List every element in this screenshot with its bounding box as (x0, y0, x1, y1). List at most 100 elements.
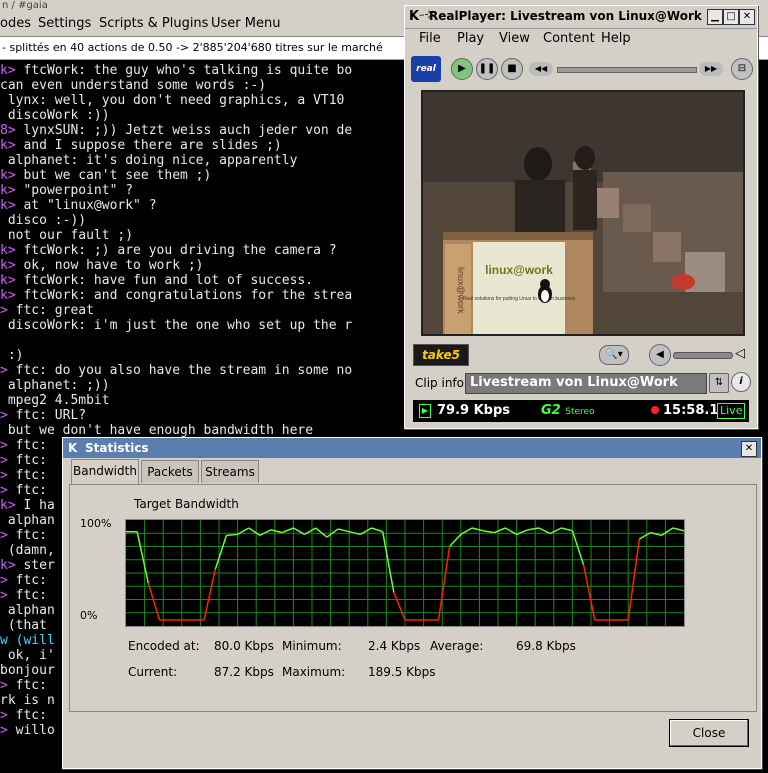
statistics-titlebar[interactable]: K Statistics ✕ (63, 438, 761, 458)
chat-line: k> ftcWork: and congratulations for the … (0, 288, 352, 303)
video-side-text: linux@work (456, 267, 466, 314)
rewind-icon[interactable]: ◀◀ (529, 62, 553, 76)
bandwidth-line-segment (538, 527, 551, 535)
chat-line-prefix: k> (0, 168, 16, 183)
chat-line-text: :) (0, 348, 24, 363)
tab-bandwidth[interactable]: Bandwidth (71, 459, 139, 484)
chat-line: alphanet: ;)) (0, 378, 110, 393)
close-button[interactable]: Close (669, 719, 749, 747)
stop-icon[interactable]: ■ (501, 58, 523, 80)
close-icon[interactable]: ✕ (739, 9, 755, 25)
volume-slider[interactable] (673, 352, 733, 359)
minimize-icon[interactable]: ▁ (707, 9, 723, 25)
menu-play[interactable]: Play (457, 31, 484, 46)
zoom-icon[interactable]: 🔍▾ (599, 345, 629, 365)
chat-line-prefix: 8> (0, 123, 16, 138)
chat-line-prefix: k> (0, 63, 16, 78)
chat-line-prefix: > (0, 303, 8, 318)
menu-view[interactable]: View (499, 31, 530, 46)
realplayer-title: RealPlayer: Livestream von Linux@Work (429, 9, 702, 23)
bandwidth-line-segment (393, 592, 406, 621)
chat-line: alphanet: it's doing nice, apparently (0, 153, 298, 168)
bandwidth-chart-svg (126, 520, 685, 626)
current-label: Current: (128, 665, 178, 679)
live-badge: Live (717, 403, 746, 419)
bandwidth-line-segment (482, 530, 495, 534)
mute-icon[interactable]: ◀ (649, 344, 671, 366)
bandwidth-line-segment (527, 527, 540, 531)
chat-line-text: (that (0, 618, 47, 633)
realplayer-titlebar[interactable]: K –⊹ RealPlayer: Livestream von Linux@Wo… (405, 6, 757, 29)
minimum-label: Minimum: (282, 639, 342, 653)
statistics-dialog: K Statistics ✕ Bandwidth Packets Streams… (62, 437, 762, 769)
chat-line: k> at "linux@work" ? (0, 198, 157, 213)
real-logo[interactable]: real (411, 56, 441, 82)
menu-help[interactable]: Help (601, 31, 631, 46)
bandwidth-line-segment (259, 529, 272, 537)
menu-modes[interactable]: odes (0, 16, 31, 31)
menu-file[interactable]: File (419, 31, 441, 46)
chat-line-text: ftc: (7, 678, 47, 693)
tab-packets[interactable]: Packets (141, 460, 199, 483)
bandwidth-line-segment (627, 538, 641, 621)
scroll-clip-icon[interactable]: ⇅ (709, 373, 729, 393)
play-icon[interactable]: ▶ (451, 58, 473, 80)
info-icon[interactable]: i (731, 372, 751, 392)
forward-icon[interactable]: ▶▶ (699, 62, 723, 76)
chat-line: k> I ha (0, 498, 55, 513)
chat-line: k> ster (0, 558, 55, 573)
maximum-value: 189.5 Kbps (368, 665, 436, 679)
current-value: 87.2 Kbps (214, 665, 274, 679)
take5-logo[interactable]: take5 (413, 344, 469, 366)
compact-view-icon[interactable]: ⊟ (731, 58, 753, 80)
chat-line: can even understand some words :-) (0, 78, 266, 93)
chat-line: > ftc: (0, 453, 47, 468)
chat-line: k> ftcWork: the guy who's talking is qui… (0, 63, 352, 78)
chat-line-text: willo (7, 723, 55, 738)
chat-line-text: alphanet: ;)) (0, 378, 110, 393)
encoded-value: 80.0 Kbps (214, 639, 274, 653)
chat-line-text: ftc: (7, 573, 47, 588)
chat-line-prefix: > (0, 408, 8, 423)
speaker-icon: ◁ (735, 346, 745, 361)
chat-line: > ftc: (0, 438, 47, 453)
menu-settings[interactable]: Settings (38, 16, 91, 31)
tab-streams[interactable]: Streams (201, 460, 259, 483)
chat-line-text: and I suppose there are slides ;) (15, 138, 282, 153)
clip-info-field[interactable]: Livestream von Linux@Work (465, 373, 707, 394)
chat-line-text: alphanet: it's doing nice, apparently (0, 153, 298, 168)
pause-icon[interactable]: ❚❚ (476, 58, 498, 80)
chat-line-prefix: w (0, 633, 8, 648)
position-slider[interactable] (557, 67, 697, 73)
kde-icon[interactable]: K (68, 438, 77, 458)
codec-sub: Stereo (565, 407, 595, 417)
close-icon[interactable]: ✕ (741, 441, 757, 457)
chat-line: > ftc: great (0, 303, 94, 318)
chat-line: w (will (0, 633, 55, 648)
chat-line-text: ok, i' (0, 648, 55, 663)
chat-line: :) (0, 348, 24, 363)
menu-scripts[interactable]: Scripts & Plugins (99, 16, 208, 31)
maximum-label: Maximum: (282, 665, 346, 679)
chat-line-prefix: k> (0, 498, 16, 513)
chat-line: k> but we can't see them ;) (0, 168, 211, 183)
play-state-icon: ▶ (419, 404, 431, 418)
chat-line-text: discoWork: i'm just the one who set up t… (0, 318, 353, 333)
chat-line-text: not our fault ;) (0, 228, 134, 243)
chat-line-text: ok, now have to work ;) (15, 258, 204, 273)
chat-line: k> ok, now have to work ;) (0, 258, 204, 273)
chat-line: mpeg2 4.5mbit (0, 393, 110, 408)
maximize-icon[interactable]: □ (723, 9, 739, 25)
stream-status-bar: ▶ 79.9 Kbps G2 Stereo 15:58.1 Live (413, 400, 749, 422)
chat-line: lynx: well, you don't need graphics, a V… (0, 93, 345, 108)
clip-info-row: Clip info: Livestream von Linux@Work ⇅ i (413, 372, 753, 394)
y-tick-0: 0% (80, 609, 98, 622)
kde-icon[interactable]: K (409, 9, 419, 24)
clip-info-value: Livestream von Linux@Work (470, 375, 678, 390)
bandwidth-line-segment (214, 535, 228, 570)
menu-user[interactable]: User Menu (211, 16, 280, 31)
menu-content[interactable]: Content (543, 31, 595, 46)
chat-line: but we don't have enough bandwidth here (0, 423, 313, 438)
chat-line-text: ftc: (7, 483, 47, 498)
chat-line-prefix: k> (0, 198, 16, 213)
